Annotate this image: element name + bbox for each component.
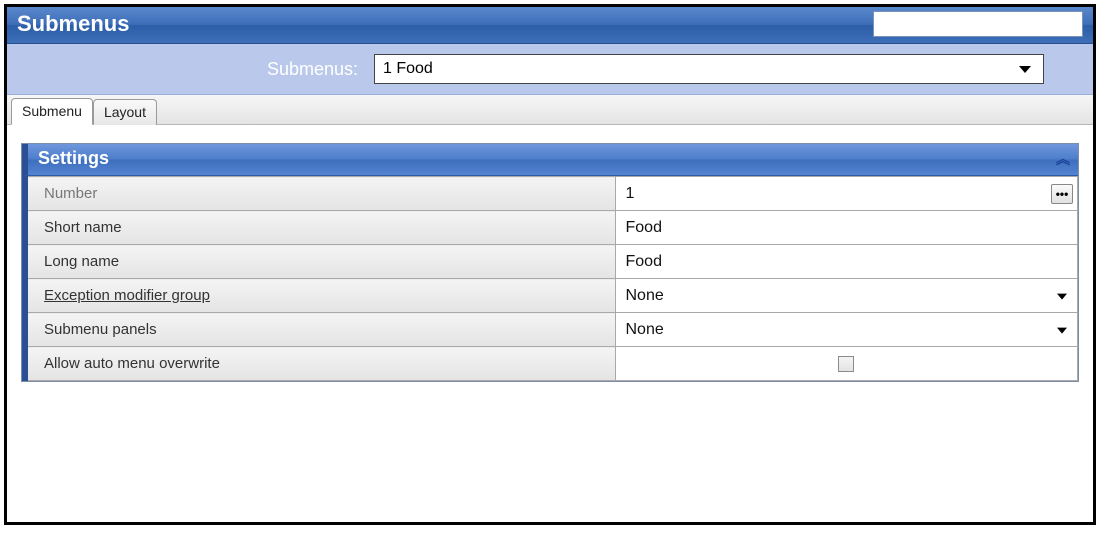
row-number: Number 1 •••	[25, 177, 1078, 211]
row-short-name-value[interactable]: Food	[615, 211, 1078, 245]
row-submenu-panels: Submenu panels None	[25, 313, 1078, 347]
row-submenu-panels-value[interactable]: None	[615, 313, 1078, 347]
content-area: Settings ︽ Number 1 ••• Short name	[7, 125, 1093, 522]
page-title: Submenus	[17, 11, 129, 37]
row-long-name-value-text: Food	[626, 253, 662, 270]
collapse-icon: ︽	[1056, 149, 1068, 169]
settings-panel-header[interactable]: Settings ︽	[22, 144, 1078, 176]
row-long-name-label: Long name	[25, 245, 615, 279]
row-submenu-panels-value-text: None	[626, 321, 664, 338]
row-short-name-label: Short name	[25, 211, 615, 245]
row-allow-auto-overwrite-value	[615, 347, 1078, 381]
property-grid: Number 1 ••• Short name Food	[22, 176, 1078, 381]
title-bar: Submenus	[7, 7, 1093, 44]
tab-layout[interactable]: Layout	[93, 99, 157, 125]
row-exception-modifier-group-label[interactable]: Exception modifier group	[25, 279, 615, 313]
chevron-down-icon	[1019, 66, 1031, 73]
ellipsis-button[interactable]: •••	[1051, 184, 1073, 204]
row-long-name: Long name Food	[25, 245, 1078, 279]
row-allow-auto-overwrite-label: Allow auto menu overwrite	[25, 347, 615, 381]
row-number-label: Number	[25, 177, 615, 211]
app-frame: Submenus Submenus: 1 Food Submenu Layout…	[4, 4, 1096, 525]
chevron-down-icon	[1057, 293, 1067, 299]
selector-label: Submenus:	[19, 59, 364, 80]
settings-panel: Settings ︽ Number 1 ••• Short name	[21, 143, 1079, 382]
row-allow-auto-overwrite: Allow auto menu overwrite	[25, 347, 1078, 381]
chevron-down-icon	[1057, 327, 1067, 333]
selector-row: Submenus: 1 Food	[7, 44, 1093, 95]
ellipsis-icon: •••	[1056, 188, 1069, 200]
row-exception-modifier-group-value-text: None	[626, 287, 664, 304]
row-long-name-value[interactable]: Food	[615, 245, 1078, 279]
submenus-select-value: 1 Food	[383, 60, 1019, 78]
row-short-name-value-text: Food	[626, 219, 662, 236]
tab-bar: Submenu Layout	[7, 95, 1093, 125]
row-number-value[interactable]: 1 •••	[615, 177, 1078, 211]
row-exception-modifier-group-value[interactable]: None	[615, 279, 1078, 313]
tab-label: Layout	[104, 104, 146, 120]
row-number-value-text: 1	[626, 185, 635, 202]
allow-auto-overwrite-checkbox[interactable]	[838, 356, 854, 372]
row-exception-modifier-group: Exception modifier group None	[25, 279, 1078, 313]
row-short-name: Short name Food	[25, 211, 1078, 245]
tab-label: Submenu	[22, 103, 82, 119]
row-submenu-panels-label: Submenu panels	[25, 313, 615, 347]
tab-submenu[interactable]: Submenu	[11, 98, 93, 125]
submenus-select[interactable]: 1 Food	[374, 54, 1044, 84]
panel-title: Settings	[38, 148, 109, 169]
header-search-input[interactable]	[873, 11, 1083, 37]
